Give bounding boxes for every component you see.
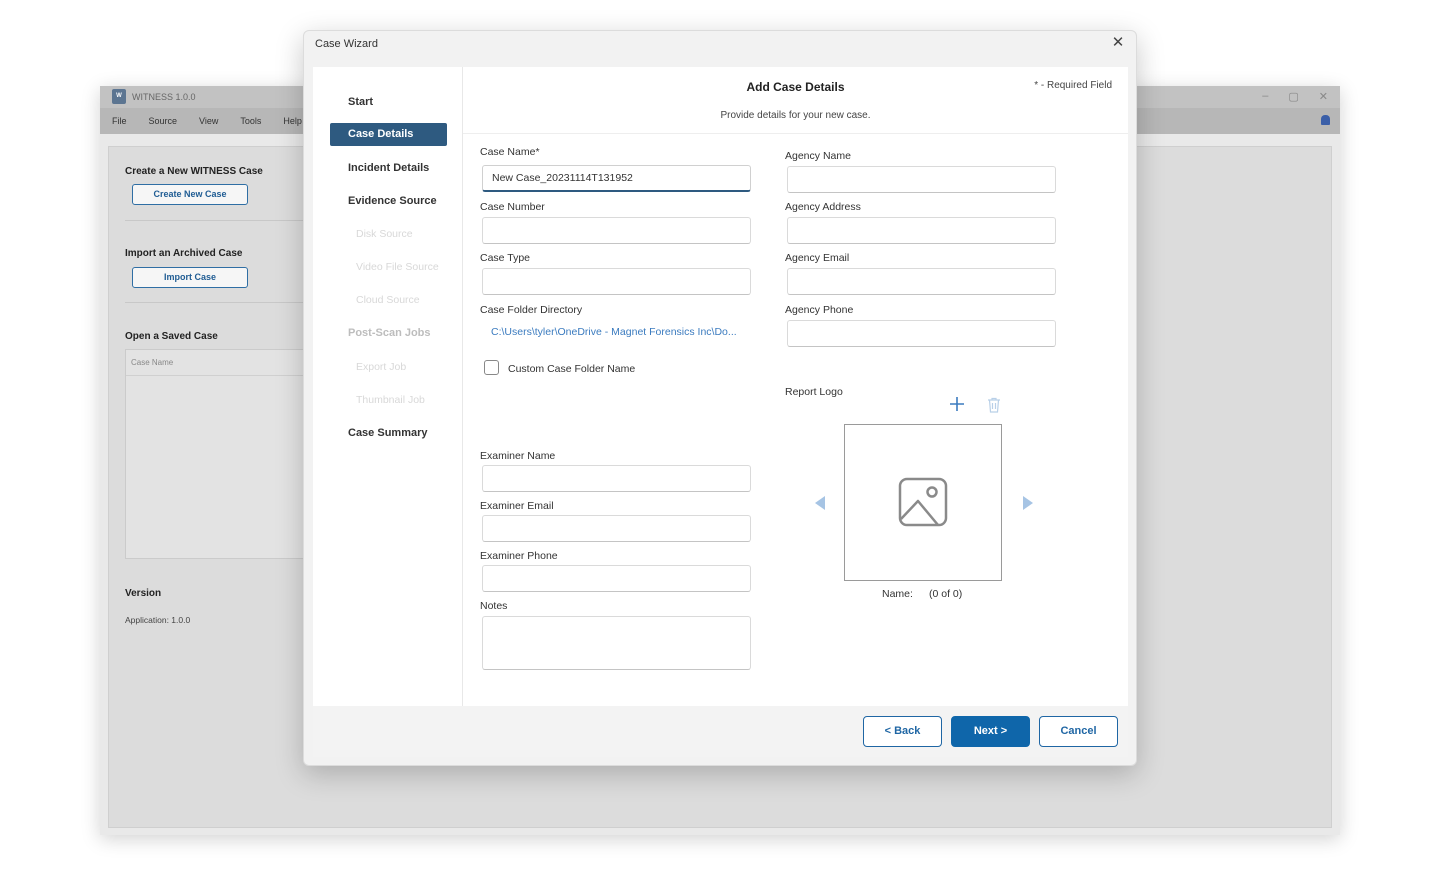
background-app-title: WITNESS 1.0.0 — [132, 92, 196, 102]
agency-address-input[interactable] — [787, 217, 1056, 244]
notification-bell-icon[interactable] — [1321, 115, 1330, 125]
examiner-email-input[interactable] — [482, 515, 751, 542]
divider — [125, 220, 315, 221]
next-button[interactable]: Next > — [951, 716, 1030, 747]
back-button[interactable]: < Back — [863, 716, 942, 747]
report-logo-preview — [844, 424, 1002, 581]
saved-cases-list[interactable]: Case Name — [125, 349, 315, 559]
step-incident-details[interactable]: Incident Details — [348, 162, 429, 174]
step-disk-source: Disk Source — [356, 228, 413, 240]
maximize-icon[interactable]: ▢ — [1288, 90, 1298, 103]
report-logo-label: Report Logo — [785, 386, 843, 398]
step-evidence-source[interactable]: Evidence Source — [348, 195, 437, 207]
step-video-file-source: Video File Source — [356, 261, 439, 273]
case-folder-directory-label: Case Folder Directory — [480, 304, 583, 316]
window-controls: – ▢ ✕ — [1262, 90, 1328, 103]
case-name-column-header[interactable]: Case Name — [126, 350, 314, 376]
agency-phone-label: Agency Phone — [785, 304, 854, 316]
custom-folder-label[interactable]: Custom Case Folder Name — [508, 363, 635, 375]
step-start[interactable]: Start — [348, 96, 373, 108]
next-logo-arrow-icon[interactable] — [1023, 496, 1033, 510]
trash-icon[interactable] — [987, 397, 1001, 413]
cancel-button[interactable]: Cancel — [1039, 716, 1118, 747]
wizard-footer: < Back Next > Cancel — [313, 706, 1128, 757]
step-post-scan-jobs[interactable]: Post-Scan Jobs — [348, 327, 431, 339]
close-icon[interactable]: ✕ — [1110, 35, 1126, 51]
minimize-icon[interactable]: – — [1262, 90, 1268, 103]
case-details-form: Add Case Details Provide details for you… — [463, 67, 1128, 706]
notes-label: Notes — [480, 600, 508, 612]
step-cloud-source: Cloud Source — [356, 294, 420, 306]
case-number-label: Case Number — [480, 201, 545, 213]
examiner-phone-input[interactable] — [482, 565, 751, 592]
plus-icon[interactable] — [949, 396, 965, 412]
case-type-input[interactable] — [482, 268, 751, 295]
close-window-icon[interactable]: ✕ — [1319, 90, 1328, 103]
examiner-email-label: Examiner Email — [480, 500, 554, 512]
wizard-steps-sidebar: Start Case Details Incident Details Evid… — [313, 67, 463, 706]
logo-counter: (0 of 0) — [929, 588, 963, 600]
version-heading: Version — [125, 588, 162, 599]
agency-email-label: Agency Email — [785, 252, 850, 264]
agency-email-input[interactable] — [787, 268, 1056, 295]
create-case-heading: Create a New WITNESS Case — [125, 166, 263, 177]
menu-file[interactable]: File — [112, 116, 127, 126]
logo-name-label: Name: — [882, 588, 913, 600]
create-new-case-button[interactable]: Create New Case — [132, 184, 248, 205]
witness-logo-icon: W — [112, 89, 126, 104]
page-title: Add Case Details — [746, 80, 845, 94]
examiner-name-label: Examiner Name — [480, 450, 556, 462]
custom-folder-checkbox[interactable] — [484, 360, 499, 375]
notes-textarea[interactable] — [482, 616, 751, 670]
step-thumbnail-job: Thumbnail Job — [356, 394, 425, 406]
case-type-label: Case Type — [480, 252, 531, 264]
agency-phone-input[interactable] — [787, 320, 1056, 347]
page-subtitle: Provide details for your new case. — [720, 110, 871, 121]
agency-name-label: Agency Name — [785, 150, 851, 162]
agency-name-input[interactable] — [787, 166, 1056, 193]
step-case-summary[interactable]: Case Summary — [348, 427, 428, 439]
version-text: Application: 1.0.0 — [125, 615, 191, 625]
divider — [125, 302, 315, 303]
examiner-phone-label: Examiner Phone — [480, 550, 558, 562]
agency-address-label: Agency Address — [785, 201, 861, 213]
menu-help[interactable]: Help — [283, 116, 302, 126]
case-name-input[interactable] — [482, 165, 751, 192]
form-header: Add Case Details Provide details for you… — [463, 67, 1128, 134]
import-case-button[interactable]: Import Case — [132, 267, 248, 288]
menu-view[interactable]: View — [199, 116, 218, 126]
previous-logo-arrow-icon[interactable] — [815, 496, 825, 510]
menu-tools[interactable]: Tools — [240, 116, 261, 126]
required-field-note: * - Required Field — [1034, 80, 1112, 91]
case-folder-directory-link[interactable]: C:\Users\tyler\OneDrive - Magnet Forensi… — [491, 326, 737, 338]
case-name-label: Case Name* — [480, 146, 540, 158]
menu-source[interactable]: Source — [149, 116, 178, 126]
step-case-details[interactable]: Case Details — [330, 123, 447, 146]
step-export-job: Export Job — [356, 361, 407, 373]
examiner-name-input[interactable] — [482, 465, 751, 492]
open-case-heading: Open a Saved Case — [125, 331, 218, 342]
case-wizard-dialog: Case Wizard ✕ Start Case Details Inciden… — [303, 30, 1137, 766]
case-number-input[interactable] — [482, 217, 751, 244]
wizard-body: Start Case Details Incident Details Evid… — [313, 67, 1128, 757]
dialog-title: Case Wizard — [315, 38, 378, 50]
image-placeholder-icon — [898, 477, 948, 527]
import-case-heading: Import an Archived Case — [125, 248, 243, 259]
